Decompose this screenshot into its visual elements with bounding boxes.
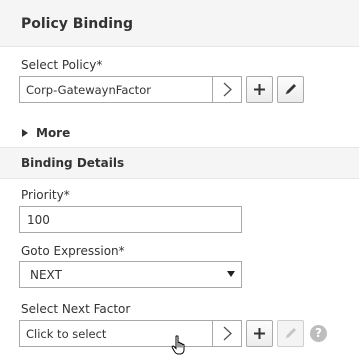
help-icon[interactable]: ? xyxy=(310,325,327,342)
add-policy-button[interactable] xyxy=(246,76,273,103)
select-policy-field[interactable]: Corp-GatewaynFactor xyxy=(19,76,242,103)
hand-pointer-icon xyxy=(171,335,185,355)
select-policy-arrow-button[interactable] xyxy=(212,77,241,102)
binding-details-title: Binding Details xyxy=(21,156,125,170)
next-factor-label: Select Next Factor xyxy=(21,302,131,316)
page-title: Policy Binding xyxy=(21,16,134,32)
next-factor-arrow-button[interactable] xyxy=(212,321,241,346)
priority-input[interactable] xyxy=(19,206,242,233)
caret-down-icon xyxy=(227,271,235,277)
binding-details-section: Binding Details xyxy=(0,147,359,179)
pencil-icon xyxy=(285,84,296,95)
edit-next-factor-button[interactable] xyxy=(277,320,304,347)
goto-expression-label: Goto Expression* xyxy=(21,244,125,258)
select-policy-value: Corp-GatewaynFactor xyxy=(26,83,151,97)
more-label: More xyxy=(36,126,71,140)
goto-expression-value: NEXT xyxy=(30,268,62,282)
edit-policy-button[interactable] xyxy=(277,76,304,103)
triangle-right-icon xyxy=(22,129,28,137)
plus-icon xyxy=(254,84,265,95)
pencil-icon xyxy=(285,328,296,339)
priority-label: Priority* xyxy=(21,188,70,202)
next-factor-placeholder: Click to select xyxy=(26,327,107,341)
panel-header: Policy Binding xyxy=(0,0,359,47)
policy-binding-panel: Policy Binding Select Policy* Corp-Gatew… xyxy=(0,0,359,355)
chevron-right-icon xyxy=(223,82,232,97)
add-next-factor-button[interactable] xyxy=(246,320,273,347)
chevron-right-icon xyxy=(223,326,232,341)
next-factor-field[interactable]: Click to select xyxy=(19,320,242,347)
plus-icon xyxy=(254,328,265,339)
goto-expression-select[interactable]: NEXT xyxy=(19,261,242,288)
select-policy-label: Select Policy* xyxy=(21,58,103,72)
help-symbol: ? xyxy=(315,326,322,340)
